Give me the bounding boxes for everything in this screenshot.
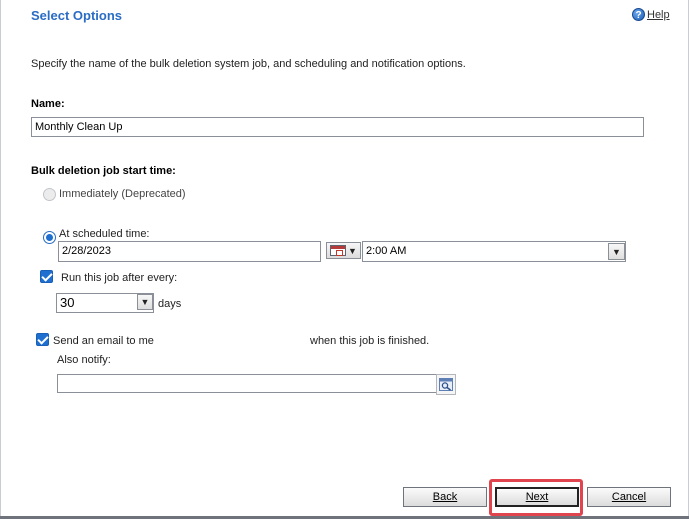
- immediately-radio[interactable]: [43, 188, 56, 201]
- send-email-label: Send an email to me: [53, 335, 154, 347]
- lookup-button[interactable]: [436, 374, 456, 395]
- cancel-button[interactable]: Cancel: [587, 487, 671, 507]
- start-time-label: Bulk deletion job start time:: [31, 165, 176, 177]
- recurrence-unit-label: days: [158, 298, 182, 310]
- run-recurring-label: Run this job after every:: [61, 272, 178, 284]
- job-name-input[interactable]: Monthly Clean Up: [31, 117, 644, 137]
- run-recurring-checkbox[interactable]: [40, 270, 53, 283]
- send-email-checkbox[interactable]: [36, 333, 49, 346]
- help-link[interactable]: ? Help: [632, 8, 670, 21]
- scheduled-time-label: At scheduled time:: [59, 228, 150, 240]
- next-button[interactable]: Next: [495, 487, 579, 507]
- recurrence-interval-value: 30: [60, 295, 75, 310]
- scheduled-date-input[interactable]: 2/28/2023: [58, 241, 321, 262]
- chevron-down-icon: ▼: [612, 246, 621, 257]
- help-label[interactable]: Help: [647, 9, 670, 21]
- also-notify-input[interactable]: [57, 374, 437, 393]
- page-title: Select Options: [31, 8, 123, 23]
- back-button[interactable]: Back: [403, 487, 487, 507]
- help-icon: ?: [632, 8, 645, 21]
- also-notify-label: Also notify:: [57, 354, 111, 366]
- send-email-suffix: when this job is finished.: [310, 335, 430, 347]
- scheduled-time-select[interactable]: 2:00 AM: [362, 241, 626, 262]
- immediately-label: Immediately (Deprecated): [59, 188, 186, 200]
- calendar-icon: [330, 245, 346, 256]
- name-label: Name:: [31, 98, 65, 110]
- interval-dropdown-button[interactable]: ▼: [137, 294, 153, 310]
- chevron-down-icon: ▼: [140, 297, 150, 307]
- scheduled-time-value: 2:00 AM: [366, 245, 407, 257]
- lookup-icon: [439, 378, 453, 391]
- time-dropdown-button[interactable]: ▼: [608, 243, 625, 260]
- page-description: Specify the name of the bulk deletion sy…: [31, 58, 466, 70]
- scheduled-time-radio[interactable]: [43, 231, 56, 244]
- chevron-down-icon: ▼: [348, 245, 357, 256]
- window-left-border: [0, 0, 1, 519]
- date-picker-button[interactable]: ▼: [326, 242, 361, 259]
